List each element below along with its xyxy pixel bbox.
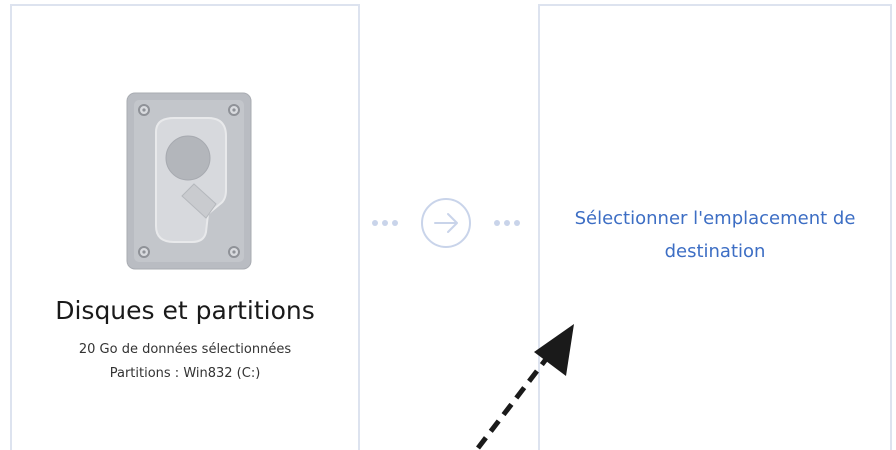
arrow-right-circle-icon [372, 198, 520, 248]
destination-card[interactable]: Sélectionner l'emplacement de destinatio… [538, 4, 892, 450]
source-card[interactable]: Disques et partitions 20 Go de données s… [10, 4, 360, 450]
source-size-detail: 20 Go de données sélectionnées [78, 342, 292, 357]
hard-drive-icon [126, 92, 252, 270]
source-partitions-detail: Partitions : Win832 (C:) [109, 366, 261, 381]
select-destination-link[interactable]: Sélectionner l'emplacement de destinatio… [540, 202, 890, 268]
source-title: Disques et partitions [55, 296, 315, 325]
annotation-arrow-icon [476, 324, 574, 450]
backup-setup-panel: Disques et partitions 20 Go de données s… [0, 0, 896, 450]
